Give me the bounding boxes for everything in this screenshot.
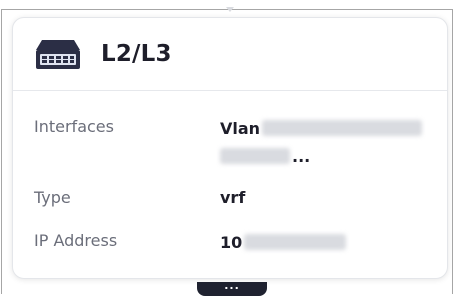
ip-address-value: 10	[220, 231, 347, 253]
interfaces-value-prefix: Vlan	[220, 118, 261, 138]
interfaces-label: Interfaces	[34, 117, 114, 136]
redacted-text	[220, 148, 290, 164]
type-value: vrf	[220, 188, 246, 207]
redacted-text	[244, 234, 347, 250]
connector-arrow	[226, 7, 234, 12]
ip-address-label: IP Address	[34, 231, 118, 250]
card-title: L2/L3	[101, 41, 172, 67]
redacted-text	[262, 120, 423, 136]
more-options-button[interactable]: ...	[197, 280, 267, 296]
type-label: Type	[34, 188, 71, 207]
ip-address-prefix: 10	[220, 232, 243, 252]
card-header: L2/L3	[13, 18, 447, 91]
interfaces-truncation: ...	[292, 146, 311, 166]
interfaces-value: Vlan ...	[220, 117, 423, 167]
network-switch-icon	[34, 34, 82, 74]
device-details-card: L2/L3 Interfaces Vlan ... Type vrf IP Ad…	[12, 17, 448, 279]
